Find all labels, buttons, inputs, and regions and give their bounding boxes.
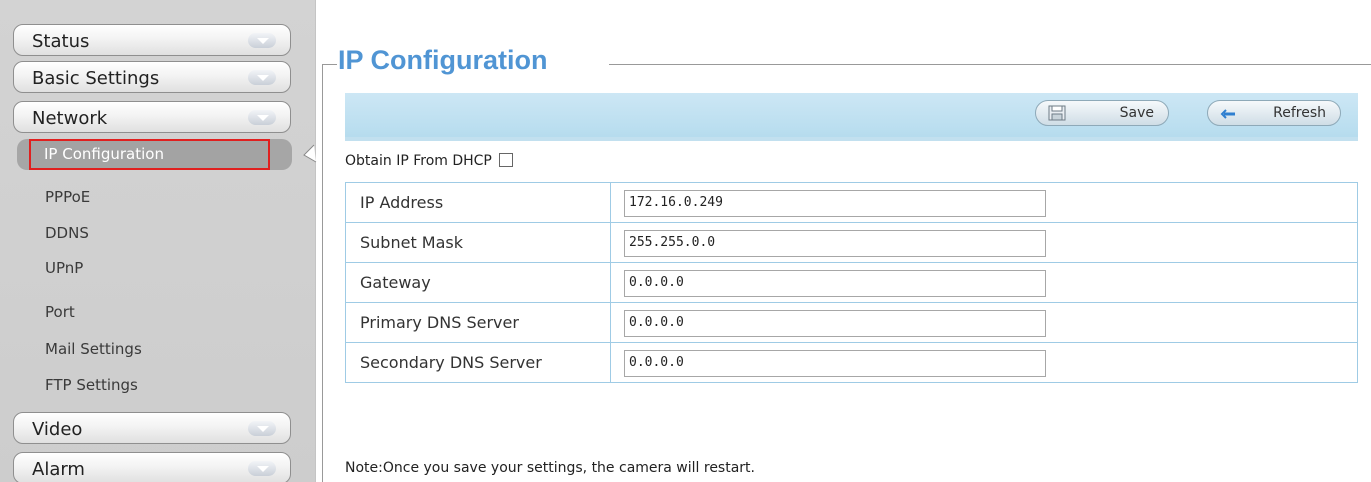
pointer-icon (303, 144, 317, 163)
sidebar-item-ddns[interactable]: DDNS (45, 224, 89, 242)
toolbar: Save Refresh (345, 93, 1358, 141)
save-button[interactable]: Save (1035, 100, 1169, 126)
menu-basic-settings[interactable]: Basic Settings (13, 61, 291, 93)
ip-settings-table: IP Address 172.16.0.249 Subnet Mask 255.… (345, 182, 1358, 383)
chevron-down-icon (248, 70, 276, 85)
ip-address-label: IP Address (345, 182, 611, 223)
chevron-down-icon (248, 33, 276, 48)
sidebar-item-ip-configuration[interactable]: IP Configuration (29, 139, 270, 170)
ip-address-field[interactable]: 172.16.0.249 (624, 190, 1046, 217)
table-row: Secondary DNS Server 0.0.0.0 (345, 342, 1358, 383)
frame-border (322, 64, 337, 65)
restart-note: Note:Once you save your settings, the ca… (345, 460, 755, 476)
sidebar-item-upnp[interactable]: UPnP (45, 259, 83, 277)
primary-dns-label: Primary DNS Server (345, 302, 611, 343)
dhcp-checkbox[interactable] (499, 153, 514, 167)
dhcp-label: Obtain IP From DHCP (345, 153, 492, 169)
secondary-dns-field[interactable]: 0.0.0.0 (624, 350, 1046, 377)
sidebar-item-ftp-settings[interactable]: FTP Settings (45, 376, 138, 394)
sidebar-item-label: IP Configuration (44, 145, 164, 163)
chevron-down-icon (248, 110, 276, 125)
chevron-down-icon (248, 421, 276, 436)
gateway-field[interactable]: 0.0.0.0 (624, 270, 1046, 297)
table-row: IP Address 172.16.0.249 (345, 182, 1358, 223)
menu-basic-settings-label: Basic Settings (32, 68, 160, 89)
menu-alarm[interactable]: Alarm (13, 452, 291, 482)
save-button-label: Save (1119, 105, 1154, 121)
table-row: Subnet Mask 255.255.0.0 (345, 222, 1358, 263)
sidebar-item-pppoe[interactable]: PPPoE (45, 188, 90, 206)
dhcp-row: Obtain IP From DHCP (345, 153, 514, 169)
sidebar: Status Basic Settings Network IP Configu… (0, 0, 316, 482)
menu-alarm-label: Alarm (32, 459, 85, 480)
refresh-button[interactable]: Refresh (1207, 100, 1341, 126)
menu-network[interactable]: Network (13, 101, 291, 133)
table-row: Gateway 0.0.0.0 (345, 262, 1358, 303)
frame-border (322, 64, 323, 482)
save-icon (1048, 105, 1066, 121)
primary-dns-field[interactable]: 0.0.0.0 (624, 310, 1046, 337)
page-title: IP Configuration (338, 45, 548, 75)
gateway-label: Gateway (345, 262, 611, 303)
refresh-button-label: Refresh (1273, 105, 1326, 121)
frame-border (609, 64, 1371, 65)
menu-status[interactable]: Status (13, 24, 291, 56)
menu-video[interactable]: Video (13, 412, 291, 444)
subnet-mask-label: Subnet Mask (345, 222, 611, 263)
sidebar-item-mail-settings[interactable]: Mail Settings (45, 340, 142, 358)
subnet-mask-field[interactable]: 255.255.0.0 (624, 230, 1046, 257)
menu-video-label: Video (32, 419, 83, 440)
menu-status-label: Status (32, 31, 90, 52)
table-row: Primary DNS Server 0.0.0.0 (345, 302, 1358, 343)
chevron-down-icon (248, 461, 276, 476)
refresh-icon (1220, 109, 1235, 119)
sidebar-item-port[interactable]: Port (45, 303, 75, 321)
menu-network-label: Network (32, 108, 108, 129)
secondary-dns-label: Secondary DNS Server (345, 342, 611, 383)
